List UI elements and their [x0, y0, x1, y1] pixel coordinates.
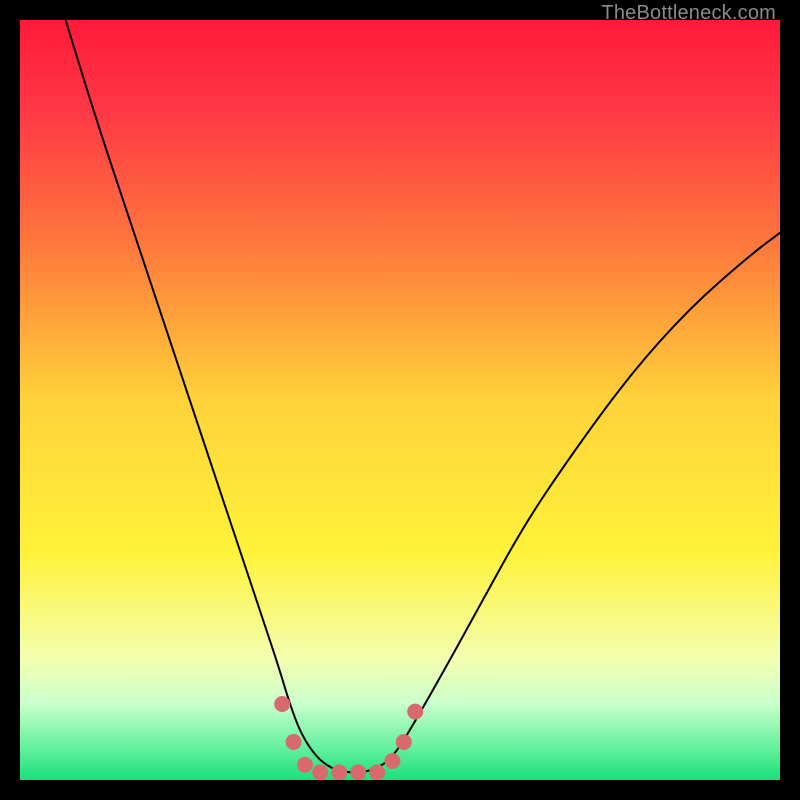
chart-svg — [20, 20, 780, 780]
gradient-background — [20, 20, 780, 780]
dip-marker — [286, 734, 302, 750]
dip-marker — [407, 704, 423, 720]
dip-marker — [396, 734, 412, 750]
chart-container: TheBottleneck.com — [0, 0, 800, 800]
dip-marker — [312, 764, 328, 780]
plot-area — [20, 20, 780, 780]
dip-marker — [384, 753, 400, 769]
dip-marker — [297, 757, 313, 773]
dip-marker — [350, 764, 366, 780]
dip-marker — [331, 764, 347, 780]
dip-marker — [274, 696, 290, 712]
dip-marker — [369, 764, 385, 780]
